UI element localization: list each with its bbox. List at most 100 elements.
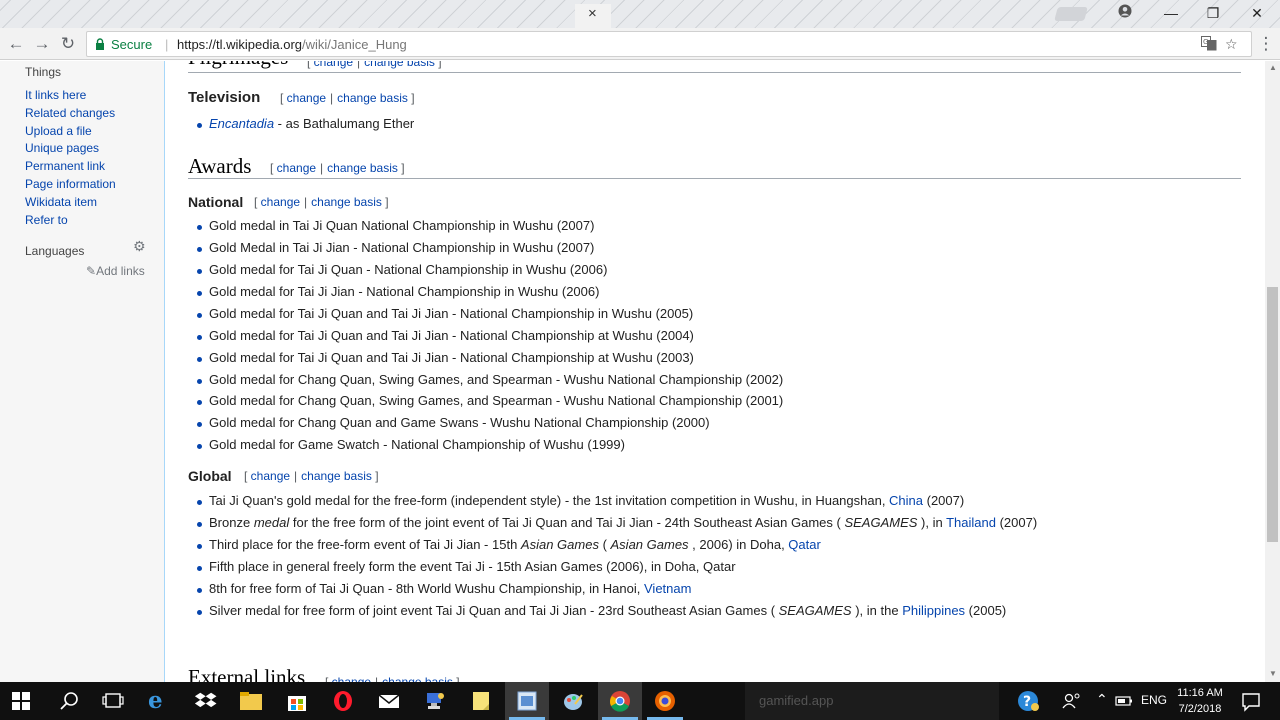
- change-link[interactable]: change: [332, 675, 371, 682]
- list-item: 8th for free form of Tai Ji Quan - 8th W…: [196, 581, 691, 596]
- new-tab-button[interactable]: [1054, 7, 1088, 21]
- china-link[interactable]: China: [889, 493, 923, 508]
- chevron-up-icon[interactable]: ⌃: [1096, 691, 1108, 708]
- scrollbar-thumb[interactable]: [1267, 287, 1278, 542]
- philippines-link[interactable]: Philippines: [902, 603, 965, 618]
- edit-section-links: [ change | change basis ]: [270, 161, 405, 175]
- change-link[interactable]: change: [277, 161, 316, 175]
- windows-start-icon[interactable]: [12, 692, 30, 710]
- paint-app-icon[interactable]: [561, 690, 585, 712]
- sidebar-link[interactable]: Refer to: [25, 213, 68, 227]
- battery-icon[interactable]: [1115, 694, 1133, 708]
- secure-label: Secure: [111, 37, 153, 52]
- window-app-icon[interactable]: [515, 690, 539, 712]
- profile-icon[interactable]: [1102, 2, 1148, 24]
- change-source-link[interactable]: change basis: [327, 161, 398, 175]
- section-divider: [188, 178, 1241, 179]
- article-body: Pilgrimages [ change|change basis ] Tele…: [165, 61, 1265, 682]
- clock-time: 11:16 AM: [1177, 687, 1223, 699]
- list-item: Gold medal for Tai Ji Quan and Tai Ji Ji…: [196, 306, 694, 321]
- add-links-link[interactable]: ✎Add links: [86, 264, 145, 278]
- list-item: Gold medal for Game Swatch - National Ch…: [197, 437, 625, 452]
- network-app-icon[interactable]: [423, 690, 447, 712]
- forward-arrow-icon[interactable]: →: [32, 34, 52, 54]
- file-explorer-icon[interactable]: [239, 690, 263, 712]
- search-icon[interactable]: [58, 690, 82, 712]
- chrome-icon[interactable]: [608, 690, 632, 712]
- change-source-link[interactable]: change basis: [337, 91, 408, 105]
- list-item: Gold medal for Tai Ji Jian - National Ch…: [196, 284, 600, 299]
- gear-icon[interactable]: ⚙: [133, 238, 146, 255]
- taskbar-search-box[interactable]: gamified.app: [745, 682, 999, 720]
- list-item-text: for the free form of the joint event of …: [289, 515, 845, 530]
- scroll-down-icon[interactable]: ▼: [1269, 669, 1277, 678]
- change-link[interactable]: change: [251, 469, 290, 483]
- tools-heading: Things: [25, 65, 62, 79]
- dropbox-icon[interactable]: [194, 690, 218, 712]
- bookmark-star-icon[interactable]: ☆: [1225, 36, 1238, 53]
- svg-text:?: ?: [1023, 694, 1031, 710]
- list-item: Gold Medal in Tai Ji Jian - National Cha…: [196, 240, 595, 255]
- sticky-notes-icon[interactable]: [469, 690, 493, 712]
- reload-icon[interactable]: ↻: [58, 34, 78, 54]
- list-item-text: Third place for the free-form event of T…: [209, 537, 521, 552]
- sidebar-link[interactable]: It links here: [25, 88, 86, 102]
- list-item: Gold medal for Chang Quan and Game Swans…: [197, 415, 710, 430]
- list-item: Gold medal for Tai Ji Quan and Tai Ji Ji…: [197, 350, 694, 365]
- opera-icon[interactable]: [331, 690, 355, 712]
- sidebar-link[interactable]: Wikidata item: [25, 195, 97, 209]
- store-icon[interactable]: [285, 690, 309, 712]
- languages-heading: Languages: [25, 244, 85, 258]
- notifications-icon[interactable]: [1239, 690, 1263, 712]
- address-bar[interactable]: Secure | https://tl.wikipedia.org/wiki/J…: [86, 31, 1252, 57]
- qatar-link[interactable]: Qatar: [788, 537, 821, 552]
- system-clock[interactable]: 11:16 AM 7/2/2018: [1172, 685, 1228, 717]
- list-item-text: Tai Ji Quan's gold medal for the free-fo…: [209, 493, 890, 508]
- change-link[interactable]: change: [261, 195, 300, 209]
- edge-browser-icon[interactable]: e: [148, 687, 172, 714]
- change-source-link[interactable]: change basis: [301, 469, 372, 483]
- svg-text:G: G: [1203, 38, 1208, 46]
- help-icon[interactable]: ?: [1016, 690, 1040, 712]
- sidebar-link[interactable]: Page information: [25, 177, 116, 191]
- language-indicator[interactable]: ENG: [1141, 693, 1167, 707]
- list-item: Gold medal in Tai Ji Quan National Champ…: [196, 218, 595, 233]
- sidebar-link[interactable]: Upload a file: [25, 124, 92, 138]
- change-link[interactable]: change: [314, 61, 353, 69]
- change-source-link[interactable]: change basis: [382, 675, 453, 682]
- url-text[interactable]: https://tl.wikipedia.org/wiki/Janice_Hun…: [177, 37, 407, 52]
- firefox-icon[interactable]: [653, 690, 677, 712]
- mail-icon[interactable]: [377, 690, 401, 712]
- list-item-italic: medal: [253, 515, 290, 530]
- sidebar-link[interactable]: Unique pages: [25, 141, 99, 155]
- vietnam-link[interactable]: Vietnam: [644, 581, 691, 596]
- translate-icon[interactable]: G: [1201, 36, 1217, 54]
- sidebar-link[interactable]: Permanent link: [25, 159, 105, 173]
- change-link[interactable]: change: [287, 91, 326, 105]
- url-path: /wiki/Janice_Hung: [302, 37, 407, 52]
- thailand-link[interactable]: Thailand: [946, 515, 996, 530]
- list-item-text: - as Bathalumang Ether: [274, 116, 415, 131]
- list-item-text: (2007): [995, 515, 1038, 530]
- close-window-button[interactable]: ✕: [1234, 2, 1280, 24]
- tab-close-icon[interactable]: ×: [588, 5, 597, 22]
- scroll-up-icon[interactable]: ▲: [1269, 63, 1277, 72]
- change-source-link[interactable]: change basis: [311, 195, 382, 209]
- subsection-heading-global: Global: [188, 468, 232, 484]
- list-item-text: Fifth place in general freely form the e…: [209, 559, 736, 574]
- back-arrow-icon[interactable]: ←: [6, 34, 26, 54]
- restore-button[interactable]: ❐: [1190, 2, 1236, 24]
- change-source-link[interactable]: change basis: [364, 61, 435, 69]
- browser-toolbar: ← → ↻ Secure | https://tl.wikipedia.org/…: [0, 28, 1280, 60]
- list-item: Silver medal for free form of joint even…: [196, 603, 1006, 618]
- sidebar-link[interactable]: Related changes: [25, 106, 115, 120]
- menu-icon[interactable]: ⋮: [1256, 34, 1276, 54]
- list-item-text: Bronze: [209, 515, 254, 530]
- task-view-icon[interactable]: [101, 690, 125, 712]
- taskbar: e gamified.app ? ⌃ ENG 11:16 AM 7/2/2018: [0, 682, 1280, 720]
- encantadia-link[interactable]: Encantadia: [209, 116, 274, 131]
- section-divider: [188, 72, 1241, 73]
- people-icon[interactable]: [1060, 690, 1084, 712]
- minimize-button[interactable]: —: [1148, 2, 1194, 24]
- vertical-scrollbar[interactable]: ▲ ▼: [1265, 61, 1280, 682]
